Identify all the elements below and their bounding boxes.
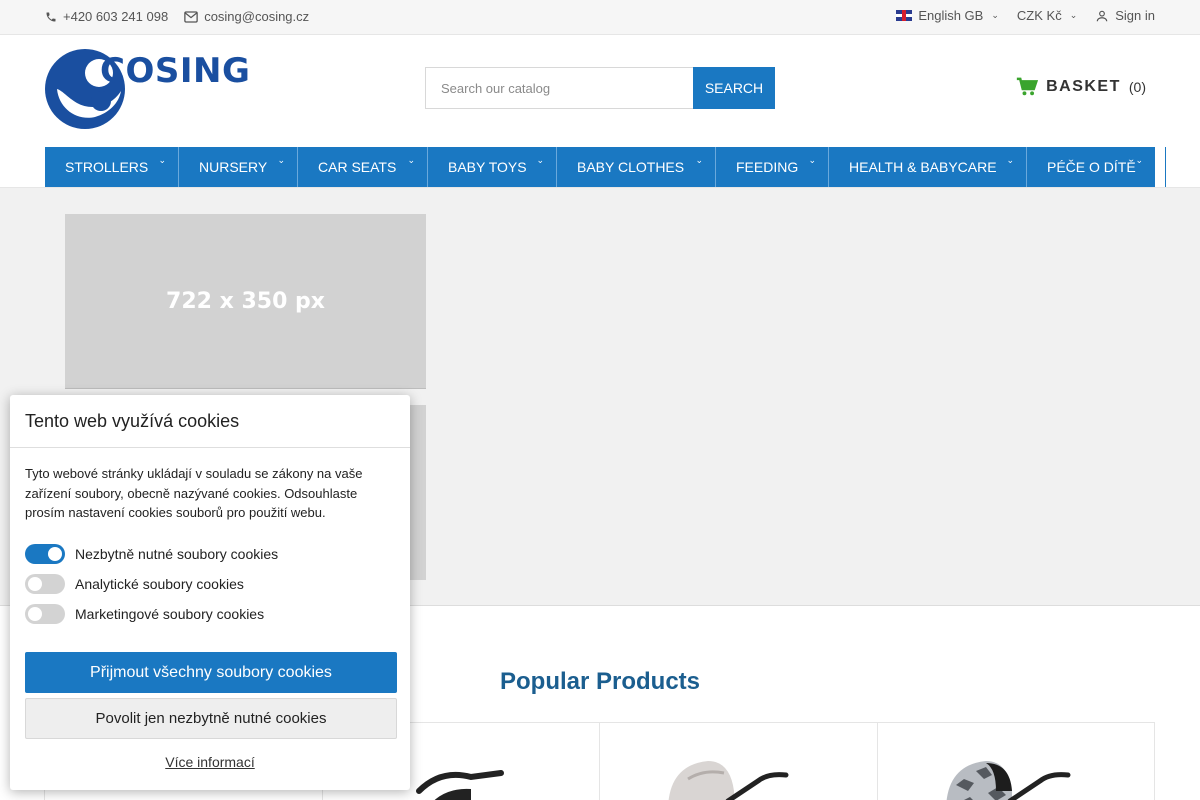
toggle-knob [28,606,42,621]
phone-contact[interactable]: +420 603 241 098 [45,9,168,24]
basket-link[interactable]: BASKET (0) [1016,77,1146,96]
chevron-down-icon: ⌄ [1069,10,1078,20]
envelope-icon [184,10,198,23]
chevron-down-icon: ⌄ [1006,155,1014,165]
top-bar: +420 603 241 098 cosing@cosing.cz Englis… [0,0,1200,35]
cookie-toggle-marketing: Marketingové soubory cookies [25,599,395,629]
search-bar: SEARCH [425,67,775,109]
chevron-down-icon: ⌄ [695,155,703,165]
currency-label: CZK Kč [1016,8,1062,23]
language-selector[interactable]: English GB ⌄ [896,8,999,23]
toggle-knob [48,546,62,561]
site-header: COSING SEARCH BASKET (0) STROLLERS ⌄ NURS… [0,35,1200,188]
email-contact[interactable]: cosing@cosing.cz [184,9,309,24]
cookie-toggle-analytics: Analytické soubory cookies [25,569,395,599]
nav-item-label: STROLLERS [65,159,149,175]
toggle-label: Nezbytně nutné soubory cookies [75,545,279,562]
stroller-image [415,770,504,800]
cosing-logo[interactable]: COSING [45,45,250,130]
logo-text: COSING [100,51,251,91]
toggle-knob [28,576,42,591]
banner-placeholder-text: 722 x 350 px [166,288,325,314]
chevron-down-icon: ⌄ [407,155,415,165]
nav-item-feeding[interactable]: FEEDING ⌄ [716,147,829,187]
nav-item-health-babycare[interactable]: HEALTH & BABYCARE ⌄ [829,147,1027,187]
nav-item-label: NURSERY [199,159,268,175]
nav-item-label: BABY CLOTHES [577,159,685,175]
toggle-switch-marketing[interactable] [25,603,65,624]
phone-icon [46,12,56,21]
stroller-image [946,761,1071,800]
nav-item-label: FEEDING [736,159,799,175]
chevron-down-icon: ⌄ [808,155,816,165]
product-card[interactable] [599,722,878,800]
chevron-down-icon: ⌄ [536,155,544,165]
cookie-consent-dialog: Tento web využívá cookies Tyto webové st… [10,395,410,790]
search-button[interactable]: SEARCH [693,67,775,109]
nav-item-label: PÉČE O DÍTĚ [1047,159,1136,175]
nav-item-label: HEALTH & BABYCARE [849,159,997,175]
chevron-down-icon: ⌄ [277,155,285,165]
chevron-down-icon: ⌄ [1135,155,1143,165]
banner-placeholder-1[interactable]: 722 x 350 px [65,214,426,389]
product-card[interactable] [876,722,1155,800]
email-address: cosing@cosing.cz [204,9,310,24]
cookie-toggle-list: Nezbytně nutné soubory cookies Analytick… [10,523,410,629]
toggle-label: Marketingové soubory cookies [75,605,265,622]
nav-item-baby-clothes[interactable]: BABY CLOTHES ⌄ [557,147,716,187]
cookie-description: Tyto webové stránky ukládají v souladu s… [25,466,363,520]
toggle-switch-necessary[interactable] [25,543,65,564]
sign-in-label: Sign in [1115,8,1155,23]
nav-item-car-seats[interactable]: CAR SEATS ⌄ [298,147,428,187]
chevron-down-icon: ⌄ [158,155,166,165]
nav-overflow-edge [1165,147,1200,187]
nav-item-nursery[interactable]: NURSERY ⌄ [179,147,298,187]
uk-flag-icon [896,10,913,21]
toggle-switch-analytics[interactable] [25,573,65,594]
chevron-down-icon: ⌄ [991,10,999,20]
basket-count: (0) [1128,78,1146,95]
shopping-cart-icon [1016,77,1039,96]
allow-necessary-cookies-button[interactable]: Povolit jen nezbytně nutné cookies [25,698,397,739]
nav-item-baby-toys[interactable]: BABY TOYS ⌄ [428,147,557,187]
main-navigation: STROLLERS ⌄ NURSERY ⌄ CAR SEATS ⌄ BABY TOYS… [45,147,1155,187]
nav-item-label: CAR SEATS [318,159,397,175]
cookie-dialog-title: Tento web využívá cookies [10,395,410,448]
user-icon [1097,10,1108,21]
nav-item-pece-o-dite[interactable]: PÉČE O DÍTĚ ⌄ [1027,147,1155,187]
accept-all-cookies-button[interactable]: Přijmout všechny soubory cookies [25,652,397,693]
sign-in-link[interactable]: Sign in [1095,8,1155,23]
toggle-label: Analytické soubory cookies [75,575,244,592]
cookie-toggle-necessary: Nezbytně nutné soubory cookies [25,539,395,569]
basket-label: BASKET [1046,77,1121,95]
stroller-image [668,761,789,800]
language-label: English GB [918,8,984,23]
nav-item-strollers[interactable]: STROLLERS ⌄ [45,147,179,187]
currency-selector[interactable]: CZK Kč ⌄ [1017,8,1077,23]
search-input[interactable] [425,67,693,109]
phone-number: +420 603 241 098 [63,9,169,24]
nav-item-label: BABY TOYS [448,159,527,175]
more-info-link[interactable]: Více informací [10,754,410,770]
